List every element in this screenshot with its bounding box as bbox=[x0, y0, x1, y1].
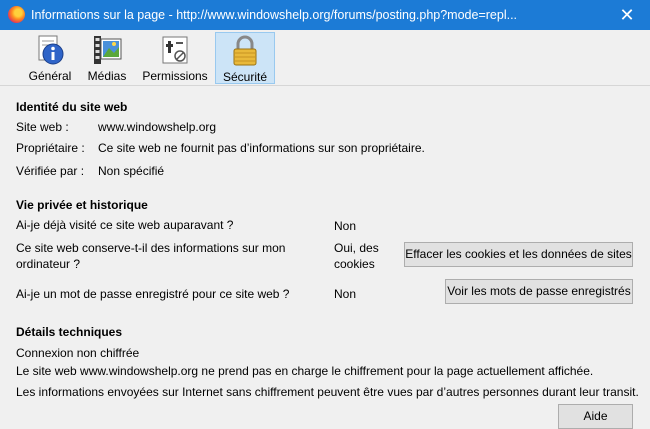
tab-permissions-label: Permissions bbox=[142, 69, 208, 83]
tab-medias[interactable]: Médias bbox=[84, 32, 130, 84]
tab-medias-label: Médias bbox=[87, 69, 127, 83]
tab-permissions[interactable]: Permissions bbox=[140, 32, 210, 84]
owner-value: Ce site web ne fournit pas d’information… bbox=[98, 141, 425, 155]
identity-section-title: Identité du site web bbox=[16, 100, 128, 114]
window-title: Informations sur la page - http://www.wi… bbox=[31, 8, 518, 22]
tab-securite-label: Sécurité bbox=[222, 70, 268, 84]
transit-warning: Les informations envoyées sur Internet s… bbox=[16, 385, 639, 399]
technical-section-title: Détails techniques bbox=[16, 325, 123, 339]
clear-cookies-button[interactable]: Effacer les cookies et les données de si… bbox=[404, 242, 633, 267]
firefox-logo-icon bbox=[8, 6, 25, 23]
encryption-detail: Le site web www.windowshelp.org ne prend… bbox=[16, 364, 594, 378]
site-label: Site web : bbox=[16, 120, 69, 134]
tab-general-label: Général bbox=[28, 69, 72, 83]
verified-label: Vérifiée par : bbox=[16, 164, 85, 178]
verified-value: Non spécifié bbox=[98, 164, 165, 178]
close-icon[interactable]: ✕ bbox=[604, 0, 650, 30]
media-icon bbox=[94, 36, 122, 64]
title-bar: Informations sur la page - http://www.wi… bbox=[0, 0, 650, 30]
visited-question: Ai-je déjà visité ce site web auparavant… bbox=[16, 218, 234, 232]
connection-status: Connexion non chiffrée bbox=[16, 346, 140, 360]
owner-label: Propriétaire : bbox=[16, 141, 85, 155]
tab-toolbar: Général Médias Permissions Sécurité bbox=[0, 30, 650, 86]
site-value: www.windowshelp.org bbox=[98, 120, 217, 134]
padlock-icon bbox=[233, 35, 257, 66]
password-question: Ai-je un mot de passe enregistré pour ce… bbox=[16, 287, 290, 301]
tab-general[interactable]: Général bbox=[22, 32, 78, 84]
password-answer: Non bbox=[334, 287, 357, 301]
visited-answer: Non bbox=[334, 219, 357, 233]
help-button[interactable]: Aide bbox=[558, 404, 633, 429]
cookies-question: Ce site web conserve-t-il des informatio… bbox=[16, 241, 286, 271]
tab-securite[interactable]: Sécurité bbox=[215, 32, 275, 84]
view-passwords-button[interactable]: Voir les mots de passe enregistrés bbox=[445, 279, 633, 304]
info-icon bbox=[38, 35, 64, 65]
cookies-answer: Oui, des cookies bbox=[334, 241, 379, 271]
permissions-icon bbox=[162, 36, 188, 64]
privacy-section-title: Vie privée et historique bbox=[16, 198, 148, 212]
